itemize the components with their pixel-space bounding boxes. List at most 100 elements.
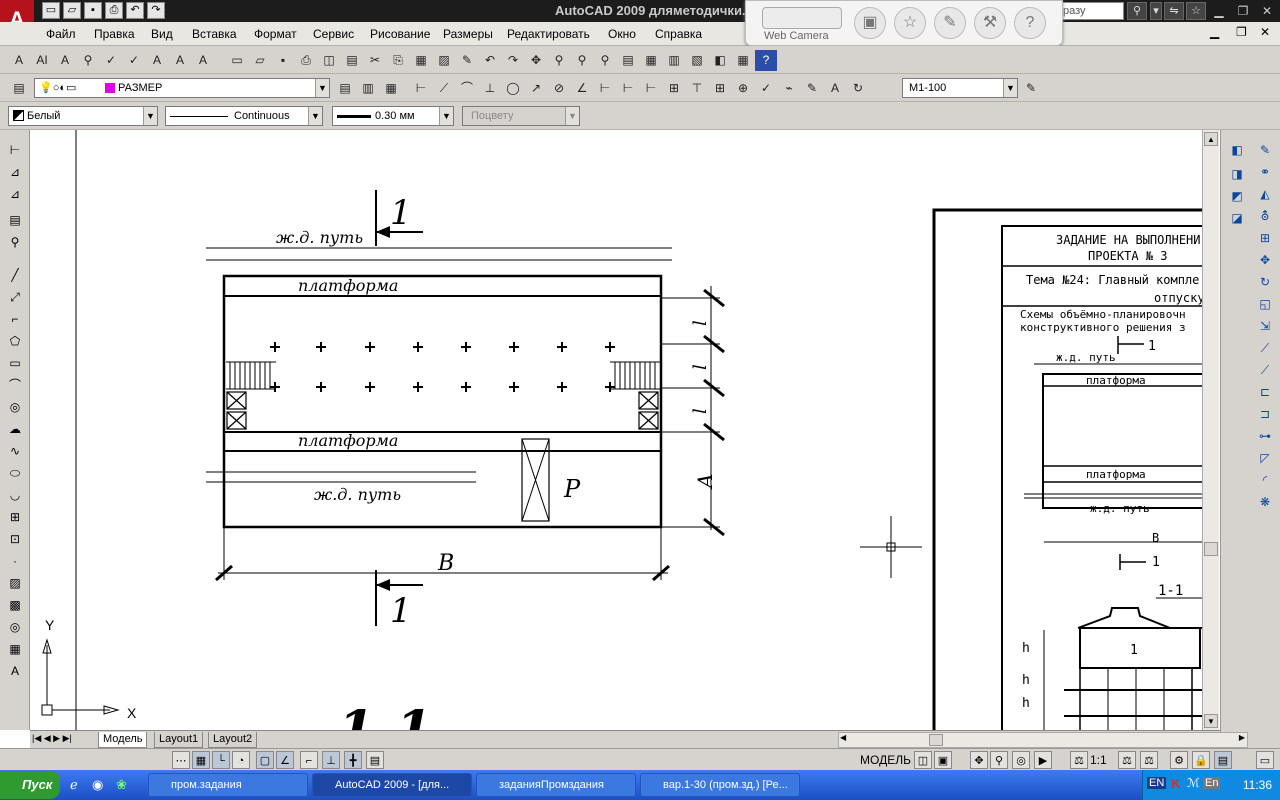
menu-tools[interactable]: Сервис <box>313 27 354 41</box>
doc-close-icon[interactable]: ✕ <box>1260 25 1270 39</box>
close-icon[interactable]: ✕ <box>1258 3 1276 19</box>
restore-icon[interactable]: ❐ <box>1234 3 1252 19</box>
redo-button-icon[interactable]: ↷ <box>502 50 524 71</box>
drawing-canvas[interactable]: ж.д. путь 1 платформа платформа ж.д. пут… <box>30 130 1202 730</box>
extend-icon[interactable]: ⟋ <box>1255 360 1275 380</box>
dim-update-icon[interactable]: ↻ <box>847 78 869 99</box>
help-icon[interactable]: ? <box>1014 7 1046 39</box>
tab-model[interactable]: Модель <box>98 732 148 748</box>
jogged-dim-icon[interactable]: ↗ <box>525 78 547 99</box>
star-icon[interactable]: ☆ <box>894 7 926 39</box>
markup-icon[interactable]: ◧ <box>709 50 731 71</box>
zoom-status-icon[interactable]: ⚲ <box>990 751 1008 769</box>
communication-center-icon[interactable]: ⇋ <box>1164 2 1184 20</box>
dim-space-icon[interactable]: ⊞ <box>663 78 685 99</box>
new-file-icon[interactable]: ▭ <box>42 2 60 19</box>
open-file-icon[interactable]: ▱ <box>63 2 81 19</box>
inspection-icon[interactable]: ✓ <box>755 78 777 99</box>
scroll-thumb[interactable] <box>1204 542 1218 556</box>
linear-dim-icon[interactable]: ⊢ <box>410 78 432 99</box>
menu-insert[interactable]: Вставка <box>192 27 237 41</box>
open-icon[interactable]: ▱ <box>249 50 271 71</box>
draworder-front-icon[interactable]: ◧ <box>1227 140 1247 160</box>
find-icon[interactable]: ⚲ <box>77 50 99 71</box>
doc-restore-icon[interactable]: ❐ <box>1236 25 1247 39</box>
tolerance-icon[interactable]: ⊞ <box>709 78 731 99</box>
menu-file[interactable]: Файл <box>46 27 76 41</box>
ortho-icon[interactable]: └ <box>212 751 230 769</box>
clean-screen-status-icon[interactable]: ▤ <box>1214 751 1232 769</box>
minimize-icon[interactable]: ▁ <box>1210 3 1228 19</box>
vertical-scrollbar[interactable]: ▲ ▼ <box>1202 130 1219 730</box>
dyn-icon[interactable]: ⊥ <box>322 751 340 769</box>
mirror-icon[interactable]: ◭ <box>1255 184 1275 204</box>
task-zadaniya-promzdaniya[interactable]: заданияПромздания <box>476 773 636 797</box>
layer-dropdown-icon[interactable]: ▼ <box>315 79 329 97</box>
dim-edit-icon[interactable]: ✎ <box>801 78 823 99</box>
join-icon[interactable]: ⊶ <box>1255 426 1275 446</box>
zoom-previous-icon[interactable]: ⚲ <box>594 50 616 71</box>
block-editor-icon[interactable]: ✎ <box>456 50 478 71</box>
zoom-realtime-icon[interactable]: ⚲ <box>548 50 570 71</box>
stretch-icon[interactable]: ⇲ <box>1255 316 1275 336</box>
dim-tool3-icon[interactable]: ⊿ <box>4 184 26 204</box>
array-icon[interactable]: ⊞ <box>1255 228 1275 248</box>
search-dropdown-icon[interactable]: ▾ <box>1150 2 1162 20</box>
wrench-icon[interactable]: ⚒ <box>974 7 1006 39</box>
revcloud-icon[interactable]: ☁ <box>4 419 26 439</box>
scroll-up-icon[interactable]: ▲ <box>1204 132 1218 146</box>
rectangle-icon[interactable]: ▭ <box>4 353 26 373</box>
dimstyle-dropdown-icon[interactable]: ▼ <box>1003 79 1017 97</box>
scroll-left-icon[interactable]: ◀ <box>840 733 846 742</box>
menu-modify[interactable]: Редактировать <box>507 27 590 41</box>
dimstyle-manager-icon[interactable]: ✎ <box>1020 78 1042 99</box>
offset-icon[interactable]: ⛢ <box>1255 206 1275 226</box>
insert-block-icon[interactable]: ⊞ <box>4 507 26 527</box>
lwt-icon[interactable]: ╋ <box>344 751 362 769</box>
icq-icon[interactable]: ❀ <box>116 777 127 793</box>
dim-break-icon[interactable]: ⊤ <box>686 78 708 99</box>
fillet-icon[interactable]: ◜ <box>1255 470 1275 490</box>
ie-icon[interactable]: ℯ <box>70 777 78 793</box>
layer-previous-icon[interactable]: ▥ <box>357 78 379 99</box>
tab-layout1[interactable]: Layout1 <box>154 732 204 748</box>
publish-icon[interactable]: ▤ <box>341 50 363 71</box>
kaspersky-icon[interactable]: K <box>1171 776 1180 791</box>
quick-dim-icon[interactable]: ⊢ <box>594 78 616 99</box>
polygon-icon[interactable]: ⬠ <box>4 331 26 351</box>
color-dropdown-icon[interactable]: ▼ <box>143 107 157 125</box>
aligned-dim-icon[interactable]: ⟋ <box>433 78 455 99</box>
layer-manager-icon[interactable]: ▤ <box>8 78 30 99</box>
tool-palettes-icon[interactable]: ▥ <box>663 50 685 71</box>
construction-line-icon[interactable]: ⤢ <box>4 287 26 307</box>
spell-check2-icon[interactable]: ✓ <box>123 50 145 71</box>
doc-minimize-icon[interactable]: ▁ <box>1210 25 1219 39</box>
preview-icon[interactable]: ◫ <box>318 50 340 71</box>
layer-states-icon[interactable]: ▦ <box>380 78 402 99</box>
grid-icon[interactable]: ▦ <box>192 751 210 769</box>
polyline-icon[interactable]: ⌐ <box>4 309 26 329</box>
cut-icon[interactable]: ✂ <box>364 50 386 71</box>
edit-text-icon[interactable]: A <box>54 50 76 71</box>
redo-icon[interactable]: ↷ <box>147 2 165 19</box>
arc-length-icon[interactable]: ⌒ <box>456 78 478 99</box>
menu-help[interactable]: Справка <box>655 27 702 41</box>
break-point-icon[interactable]: ⊏ <box>1255 382 1275 402</box>
showmotion-icon[interactable]: ▶ <box>1034 751 1052 769</box>
qnew-icon[interactable]: ▭ <box>226 50 248 71</box>
model-space-label[interactable]: МОДЕЛЬ <box>860 753 911 767</box>
paste-icon[interactable]: ▦ <box>410 50 432 71</box>
menu-format[interactable]: Формат <box>254 27 297 41</box>
angular-dim-icon[interactable]: ∠ <box>571 78 593 99</box>
arc-icon[interactable]: ⌒ <box>4 375 26 395</box>
dim-tool2-icon[interactable]: ⊿ <box>4 162 26 182</box>
baseline-dim-icon[interactable]: ⊢ <box>617 78 639 99</box>
trim-icon[interactable]: ⟋ <box>1255 338 1275 358</box>
dim-tool4-icon[interactable]: ▤ <box>4 210 26 230</box>
explode-icon[interactable]: ❋ <box>1255 492 1275 512</box>
favorites-icon[interactable]: ☆ <box>1186 2 1206 20</box>
start-button[interactable]: Пуск <box>0 771 60 799</box>
copy-icon[interactable]: ⎘ <box>387 50 409 71</box>
task-word-doc[interactable]: вар.1-30 (пром.зд.) [Ре... <box>640 773 800 797</box>
plot-icon[interactable]: ⎙ <box>295 50 317 71</box>
